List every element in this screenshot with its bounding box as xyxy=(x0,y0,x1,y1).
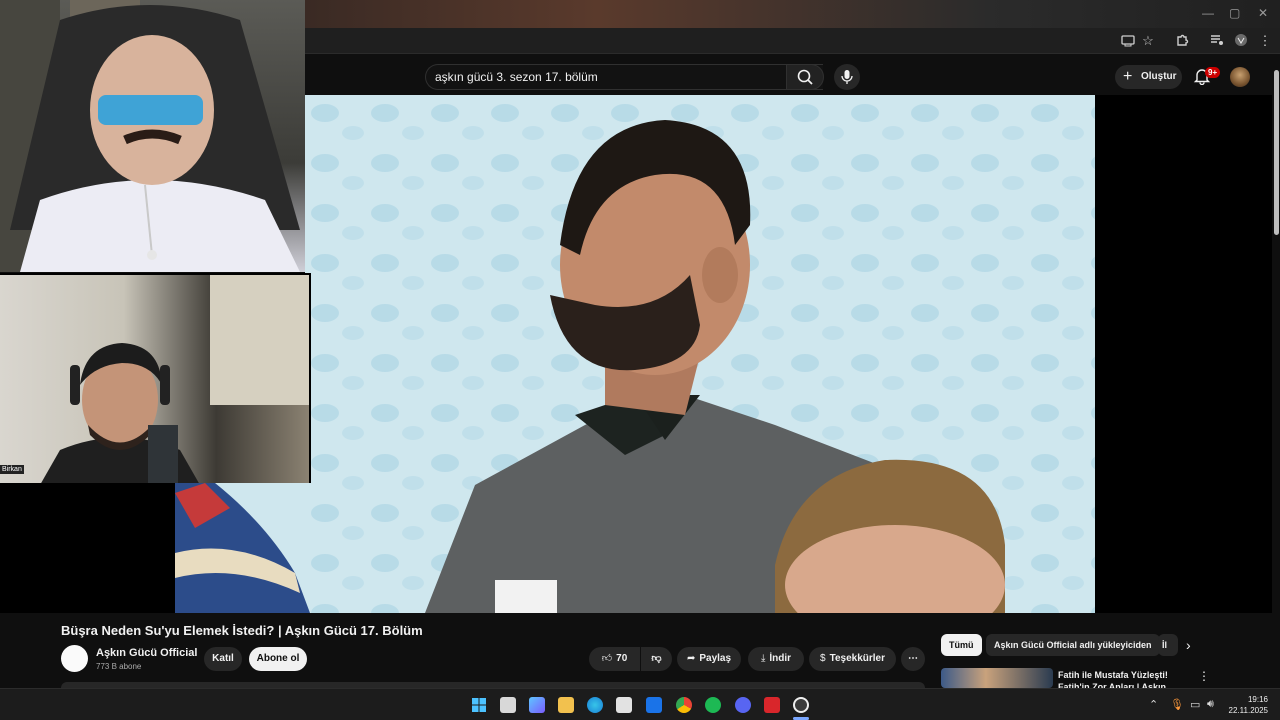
video-player[interactable] xyxy=(305,95,1095,613)
search-icon xyxy=(797,69,813,85)
profile-icon[interactable] xyxy=(1233,33,1249,49)
notification-badge: 9+ xyxy=(1205,67,1221,78)
maximize-button[interactable]: ▢ xyxy=(1229,6,1240,20)
chevron-right-icon[interactable]: › xyxy=(1186,637,1191,653)
create-button[interactable]: + Oluştur xyxy=(1115,65,1182,89)
like-button[interactable]: 👍︎ 70 xyxy=(589,647,640,671)
recommended-menu-icon[interactable]: ⋮ xyxy=(1198,669,1210,683)
mail-icon[interactable] xyxy=(646,697,662,713)
video-overlay-black xyxy=(0,483,175,613)
super-thanks-icon: $ xyxy=(820,653,826,664)
browser-titlebar: — ▢ ✕ xyxy=(305,0,1280,28)
screen: — ▢ ✕ ☆ ⋮ aşkın gücü 3. sezon 17. bölüm … xyxy=(0,0,1280,720)
download-button[interactable]: ⤓ İndir xyxy=(748,647,804,671)
recommended-thumbnail[interactable] xyxy=(941,668,1053,688)
recording-app-icon[interactable] xyxy=(764,697,780,713)
download-icon: ⤓ xyxy=(760,653,766,664)
like-count: 70 xyxy=(616,653,628,664)
webcam-streamer-1 xyxy=(0,0,305,272)
share-label: Paylaş xyxy=(699,653,732,664)
clock-date: 22.11.2025 xyxy=(1228,706,1268,715)
browser-toolbar: ☆ ⋮ xyxy=(305,28,1280,54)
download-label: İndir xyxy=(769,653,792,664)
channel-avatar[interactable] xyxy=(61,645,88,672)
star-icon[interactable]: ☆ xyxy=(1140,33,1156,49)
create-label: Oluştur xyxy=(1141,71,1177,82)
search-query-text: aşkın gücü 3. sezon 17. bölüm xyxy=(435,70,598,84)
microphone-tray-icon[interactable]: 🎙︎ xyxy=(1170,698,1184,711)
menu-icon[interactable]: ⋮ xyxy=(1257,33,1273,49)
more-actions-button[interactable]: ⋯ xyxy=(901,647,925,671)
thumbs-up-icon: 👍︎ xyxy=(601,653,613,664)
streamer-name-label: Birkan xyxy=(0,465,24,474)
system-clock[interactable]: 19:16 22.11.2025 xyxy=(1226,694,1268,716)
task-view-icon[interactable] xyxy=(500,697,516,713)
video-frame xyxy=(305,95,1095,613)
minimize-button[interactable]: — xyxy=(1202,6,1214,20)
plus-icon: + xyxy=(1123,68,1133,85)
subscriber-count: 773 B abone xyxy=(96,662,142,671)
chrome-icon[interactable] xyxy=(676,697,692,713)
store-icon[interactable] xyxy=(616,697,632,713)
channel-name[interactable]: Aşkın Gücü Official xyxy=(96,647,197,659)
account-avatar[interactable] xyxy=(1230,67,1250,87)
tray-chevron-icon[interactable]: ⌃ xyxy=(1149,698,1158,711)
chip-all[interactable]: Tümü xyxy=(941,634,982,656)
video-title: Büşra Neden Su'yu Elemek İstedi? | Aşkın… xyxy=(61,623,423,638)
video-side-area xyxy=(1095,95,1272,613)
thanks-label: Teşekkürler xyxy=(829,653,885,664)
clock-time: 19:16 xyxy=(1247,695,1268,704)
cast-icon[interactable] xyxy=(1120,33,1136,49)
extensions-icon[interactable] xyxy=(1174,33,1190,49)
media-icon[interactable] xyxy=(1209,33,1225,49)
webcam-streamer-2: Birkan xyxy=(0,273,311,483)
search-input[interactable]: aşkın gücü 3. sezon 17. bölüm ✕ xyxy=(425,64,823,90)
edge-icon[interactable] xyxy=(587,697,603,713)
video-info-section: Büşra Neden Su'yu Elemek İstedi? | Aşkın… xyxy=(0,613,1272,690)
scrollbar-thumb[interactable] xyxy=(1274,70,1279,235)
voice-search-button[interactable] xyxy=(834,64,860,90)
spotify-icon[interactable] xyxy=(705,697,721,713)
discord-icon[interactable] xyxy=(735,697,751,713)
thumbs-down-icon: 👎︎ xyxy=(651,653,662,664)
share-icon: ➦ xyxy=(686,653,696,664)
close-window-button[interactable]: ✕ xyxy=(1258,6,1268,20)
windows-taskbar: ⌃ 🎙︎ ▭ 🔊︎ 19:16 22.11.2025 xyxy=(0,688,1280,720)
video-left-detail xyxy=(175,483,310,613)
share-button[interactable]: ➦ Paylaş xyxy=(677,647,741,671)
start-icon[interactable] xyxy=(471,697,487,713)
dislike-button[interactable]: 👎︎ xyxy=(641,647,672,671)
recommended-title[interactable]: Fatih ile Mustafa Yüzleşti! Fatih'in Zor… xyxy=(1058,669,1188,689)
volume-icon[interactable]: 🔊︎ xyxy=(1207,698,1214,711)
subscribe-button[interactable]: Abone ol xyxy=(249,647,307,671)
chip-related[interactable]: İl xyxy=(1158,634,1178,656)
network-icon[interactable]: ▭ xyxy=(1190,698,1200,711)
file-explorer-icon[interactable] xyxy=(558,697,574,713)
chip-from-uploader[interactable]: Aşkın Gücü Official adlı yükleyiciden xyxy=(986,634,1160,656)
obs-icon[interactable] xyxy=(793,697,809,713)
widgets-icon[interactable] xyxy=(529,697,545,713)
thanks-button[interactable]: $ Teşekkürler xyxy=(809,647,896,671)
page-scrollbar[interactable] xyxy=(1272,55,1280,685)
search-button[interactable] xyxy=(786,64,824,90)
microphone-icon xyxy=(841,70,853,84)
join-button[interactable]: Katıl xyxy=(204,647,242,671)
youtube-header: aşkın gücü 3. sezon 17. bölüm ✕ + Oluştu… xyxy=(305,55,1280,95)
